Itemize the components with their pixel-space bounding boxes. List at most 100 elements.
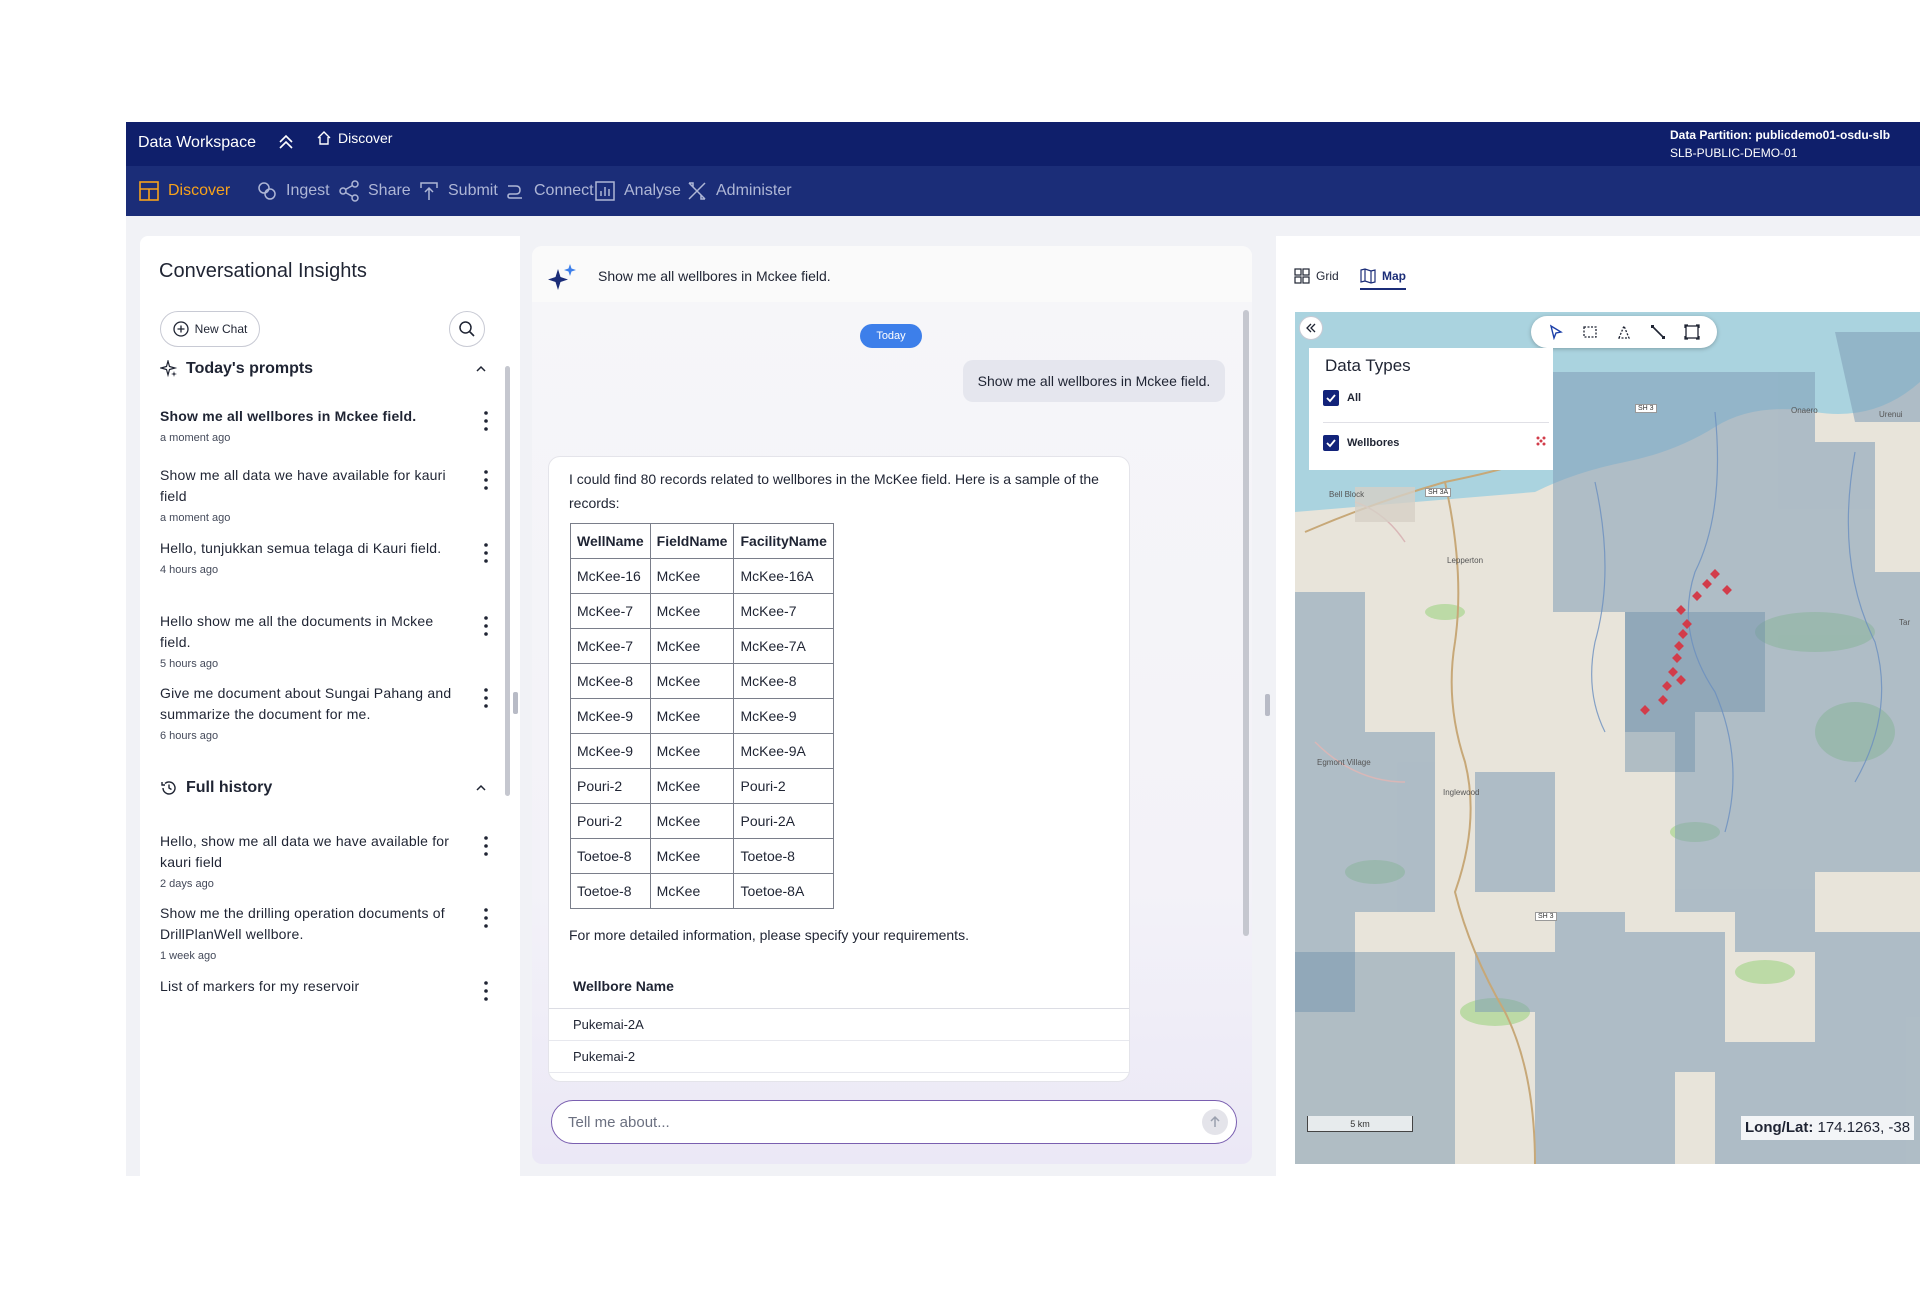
full-history-header[interactable]: Full history xyxy=(160,779,272,797)
wellbore-marker[interactable] xyxy=(1676,605,1686,615)
history-item[interactable]: Show me the drilling operation documents… xyxy=(160,903,490,962)
more-vertical-icon[interactable] xyxy=(482,835,490,857)
map-canvas[interactable]: Bell Block Lepperton Egmont Village Ingl… xyxy=(1295,312,1920,1164)
wellbore-marker[interactable] xyxy=(1722,585,1732,595)
nav-connect[interactable]: Connect xyxy=(504,166,594,216)
table-cell: McKee xyxy=(649,733,735,769)
more-vertical-icon[interactable] xyxy=(482,907,490,929)
more-vertical-icon[interactable] xyxy=(482,469,490,491)
sidebar-scrollbar[interactable] xyxy=(505,366,510,796)
wellbore-marker[interactable] xyxy=(1640,705,1650,715)
prompt-time: 6 hours ago xyxy=(160,730,219,742)
prompt-item[interactable]: Show me all wellbores in Mckee field. a … xyxy=(160,406,490,444)
table-cell: McKee-9 xyxy=(733,698,834,734)
rectangle-tool-button[interactable] xyxy=(1580,322,1600,342)
table-cell: McKee-16A xyxy=(733,558,834,594)
checkbox-checked[interactable] xyxy=(1323,390,1339,406)
share-icon xyxy=(339,180,359,202)
prompt-item[interactable]: Hello, tunjukkan semua telaga di Kauri f… xyxy=(160,538,490,576)
chevrons-up-icon[interactable] xyxy=(276,132,296,152)
chat-input[interactable] xyxy=(568,1111,1168,1133)
fullscreen-tool-button[interactable] xyxy=(1682,322,1702,342)
plus-circle-icon xyxy=(173,321,189,337)
nav-administer[interactable]: Administer xyxy=(686,166,792,216)
data-type-wellbores[interactable]: Wellbores xyxy=(1323,435,1399,451)
wellbore-marker[interactable] xyxy=(1692,591,1702,601)
nav-submit[interactable]: Submit xyxy=(418,166,498,216)
table-cell: Toetoe-8 xyxy=(733,838,834,874)
prompt-item[interactable]: Give me document about Sungai Pahang and… xyxy=(160,683,490,742)
select-tool-button[interactable] xyxy=(1546,322,1566,342)
check-icon xyxy=(1326,394,1336,403)
polygon-tool-button[interactable] xyxy=(1614,322,1634,342)
table-row[interactable]: Pukemai-2 xyxy=(549,1041,1129,1073)
table-row: McKee-8 McKee McKee-8 xyxy=(570,663,834,699)
wellbore-marker[interactable] xyxy=(1672,653,1682,663)
search-button[interactable] xyxy=(449,311,485,347)
wellbore-marker[interactable] xyxy=(1674,641,1684,651)
table-row[interactable]: Pukemai-3 xyxy=(549,1073,1129,1081)
prompt-time: 1 week ago xyxy=(160,950,217,962)
wellbore-marker[interactable] xyxy=(1658,695,1668,705)
prompt-text: List of markers for my reservoir xyxy=(160,978,360,994)
history-item[interactable]: List of markers for my reservoir xyxy=(160,976,490,1001)
wellbore-marker[interactable] xyxy=(1662,681,1672,691)
table-row: Pouri-2 McKee Pouri-2 xyxy=(570,768,834,804)
data-type-label: Wellbores xyxy=(1347,437,1400,449)
table-cell: McKee-8 xyxy=(733,663,834,699)
table-header: FacilityName xyxy=(733,523,834,559)
wellbore-marker[interactable] xyxy=(1678,629,1688,639)
dashed-rectangle-icon xyxy=(1583,326,1597,338)
home-link[interactable]: Discover xyxy=(316,130,392,146)
table-cell: Toetoe-8A xyxy=(733,873,834,909)
new-chat-button[interactable]: New Chat xyxy=(160,311,260,347)
table-cell: McKee-8 xyxy=(570,663,651,699)
resize-handle-left[interactable] xyxy=(513,692,518,714)
collapse-layers-button[interactable] xyxy=(1299,316,1323,340)
data-types-title: Data Types xyxy=(1325,356,1411,375)
data-type-all[interactable]: All xyxy=(1323,390,1361,406)
line-tool-button[interactable] xyxy=(1648,322,1668,342)
wellbore-legend-icon xyxy=(1536,436,1546,446)
wellbore-marker[interactable] xyxy=(1676,675,1686,685)
wellbore-marker[interactable] xyxy=(1702,579,1712,589)
nav-discover[interactable]: Discover xyxy=(138,166,230,216)
todays-prompts-header[interactable]: Today's prompts xyxy=(160,360,313,378)
nav-label: Discover xyxy=(168,182,231,199)
more-vertical-icon[interactable] xyxy=(482,687,490,709)
prompt-item[interactable]: Show me all data we have available for k… xyxy=(160,465,490,524)
table-header: FieldName xyxy=(649,523,735,559)
nav-ingest[interactable]: Ingest xyxy=(256,166,330,216)
more-vertical-icon[interactable] xyxy=(482,542,490,564)
partition-label: Data Partition: publicdemo01-osdu-slb xyxy=(1670,128,1891,142)
wellbore-marker[interactable] xyxy=(1682,619,1692,629)
prompt-item[interactable]: Hello show me all the documents in Mckee… xyxy=(160,611,490,670)
grid-icon xyxy=(139,181,159,201)
wellbore-marker[interactable] xyxy=(1710,569,1720,579)
chevron-up-icon[interactable] xyxy=(474,362,488,376)
chat-input-box[interactable] xyxy=(551,1100,1237,1144)
divider xyxy=(1323,422,1549,423)
more-vertical-icon[interactable] xyxy=(482,980,490,1002)
more-vertical-icon[interactable] xyxy=(482,615,490,637)
tab-map[interactable]: Map xyxy=(1360,268,1406,290)
ai-sparkle-icon xyxy=(548,264,576,290)
wellbore-marker[interactable] xyxy=(1668,667,1678,677)
prompt-time: a moment ago xyxy=(160,432,231,444)
nav-analyse[interactable]: Analyse xyxy=(594,166,681,216)
check-icon xyxy=(1326,439,1336,448)
history-item[interactable]: Hello, show me all data we have availabl… xyxy=(160,831,490,890)
prompt-text: Hello show me all the documents in Mckee… xyxy=(160,613,434,650)
more-vertical-icon[interactable] xyxy=(482,410,490,432)
chat-scrollbar[interactable] xyxy=(1243,310,1249,936)
send-button[interactable] xyxy=(1202,1109,1228,1135)
table-row: McKee-7 McKee McKee-7 xyxy=(570,593,834,629)
arrow-up-icon xyxy=(1210,1115,1220,1127)
table-row[interactable]: Pukemai-2A xyxy=(549,1009,1129,1041)
prompt-time: 2 days ago xyxy=(160,878,214,890)
nav-share[interactable]: Share xyxy=(338,166,411,216)
checkbox-checked[interactable] xyxy=(1323,435,1339,451)
chevron-up-icon[interactable] xyxy=(474,781,488,795)
tab-grid[interactable]: Grid xyxy=(1294,268,1339,288)
resize-handle-right[interactable] xyxy=(1265,694,1270,716)
